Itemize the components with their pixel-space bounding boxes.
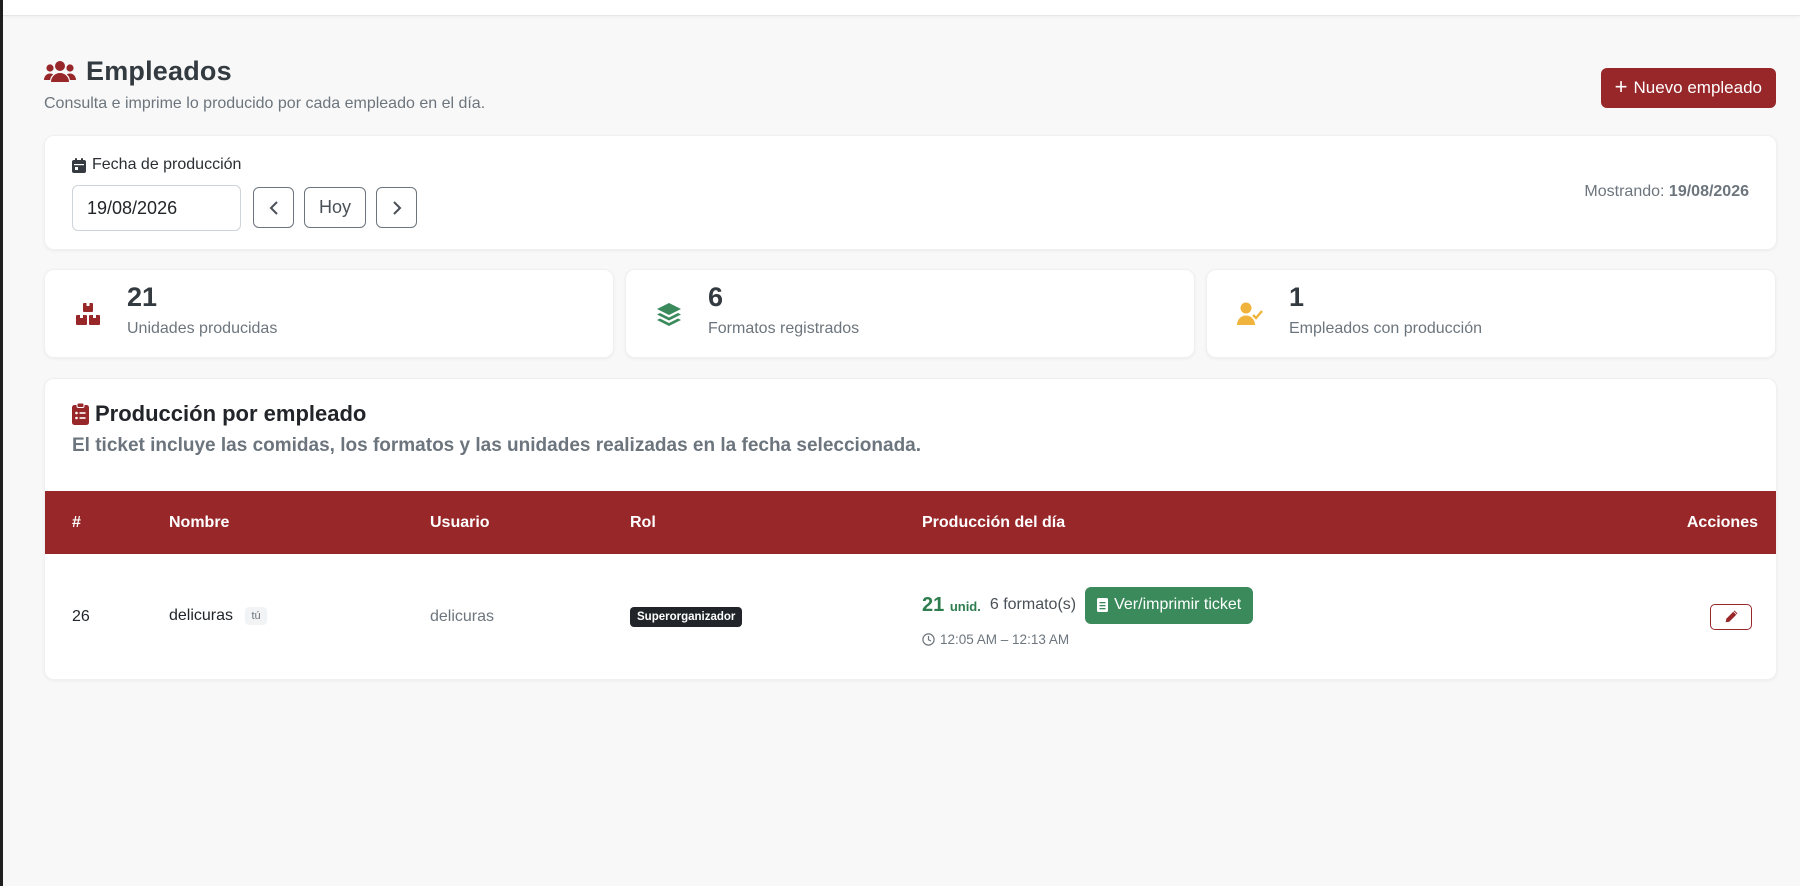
row-role-cell: Superorganizador <box>630 554 922 679</box>
role-badge: Superorganizador <box>630 606 743 627</box>
row-production-cell: 21 unid. 6 formato(s) Ver/imprimir ticke… <box>922 554 1595 679</box>
top-bar <box>3 0 1800 16</box>
window-edge <box>0 0 3 886</box>
calendar-icon <box>72 157 86 173</box>
showing-prefix: Mostrando: <box>1584 183 1665 200</box>
stat-label: Unidades producidas <box>127 320 278 337</box>
table-header-row: # Nombre Usuario Rol Producción del día … <box>45 491 1776 554</box>
formats-count: 6 formato(s) <box>989 596 1077 613</box>
stat-card-units: 21 Unidades producidas <box>44 269 614 358</box>
page-title: Empleados <box>86 56 232 86</box>
user-check-icon <box>1237 302 1263 325</box>
stat-label: Formatos registrados <box>708 320 860 337</box>
date-input[interactable] <box>72 185 241 231</box>
layers-icon <box>657 303 681 326</box>
column-production: Producción del día <box>922 513 1066 531</box>
today-button[interactable]: Hoy <box>304 187 366 228</box>
page-header: Empleados Consulta e imprime lo producid… <box>44 56 485 113</box>
row-name: delicuras <box>169 607 234 625</box>
row-id: 26 <box>72 607 90 625</box>
previous-day-button[interactable] <box>253 187 294 228</box>
column-actions: Acciones <box>1686 513 1758 531</box>
column-user: Usuario <box>430 513 490 531</box>
pencil-icon <box>1725 610 1737 623</box>
production-card: Producción por empleado El ticket incluy… <box>44 378 1777 680</box>
stat-value: 1 <box>1289 282 1305 312</box>
production-summary: 21 unid. 6 formato(s) Ver/imprimir ticke… <box>922 586 1595 624</box>
stat-value: 21 <box>127 282 158 312</box>
showing-value: 19/08/2026 <box>1668 183 1749 200</box>
file-text-icon <box>1097 598 1109 612</box>
row-name-cell: delicuras tú <box>169 554 430 679</box>
units-value: 21 <box>922 593 945 616</box>
stat-value: 6 <box>708 282 724 312</box>
view-print-ticket-button[interactable]: Ver/imprimir ticket <box>1085 586 1254 624</box>
stat-label: Empleados con producción <box>1289 320 1483 337</box>
current-user-badge: tú <box>245 607 267 626</box>
next-day-button[interactable] <box>376 187 417 228</box>
units-produced: 21 unid. <box>922 594 981 617</box>
production-subtitle: El ticket incluye las comidas, los forma… <box>72 435 922 456</box>
production-time: 12:05 AM – 12:13 AM <box>922 632 1595 647</box>
clock-icon <box>922 632 935 646</box>
clipboard-list-icon <box>72 403 89 425</box>
date-filter-card: Fecha de producción Hoy Mostrando: 19/08… <box>44 135 1777 250</box>
employees-table: # Nombre Usuario Rol Producción del día … <box>45 491 1776 679</box>
row-actions-cell <box>1595 554 1776 679</box>
column-role: Rol <box>630 513 656 531</box>
date-label-text: Fecha de producción <box>92 156 242 173</box>
table-row: 26 delicuras tú delicuras Superorganizad… <box>45 554 1776 679</box>
page-title-row: Empleados <box>44 56 485 87</box>
column-name: Nombre <box>169 513 230 531</box>
units-suffix: unid. <box>949 598 981 614</box>
production-title-row: Producción por empleado <box>72 401 366 427</box>
boxes-icon <box>76 303 100 325</box>
new-employee-button[interactable]: + Nuevo empleado <box>1600 68 1776 108</box>
plus-icon: + <box>1614 74 1628 99</box>
ticket-button-label: Ver/imprimir ticket <box>1114 596 1242 613</box>
showing-date: Mostrando: 19/08/2026 <box>1584 183 1749 201</box>
users-icon <box>44 60 76 82</box>
stat-card-formats: 6 Formatos registrados <box>625 269 1195 358</box>
page-subtitle: Consulta e imprime lo producido por cada… <box>44 95 486 112</box>
table-header: # Nombre Usuario Rol Producción del día … <box>45 491 1776 554</box>
column-number: # <box>72 513 81 531</box>
edit-employee-button[interactable] <box>1710 603 1752 630</box>
chevron-left-icon <box>269 200 278 215</box>
date-label: Fecha de producción <box>72 156 241 174</box>
production-title: Producción por empleado <box>95 401 367 426</box>
time-range: 12:05 AM – 12:13 AM <box>940 631 1070 647</box>
chevron-right-icon <box>392 200 401 215</box>
row-user: delicuras <box>430 607 495 625</box>
stat-card-employees: 1 Empleados con producción <box>1206 269 1776 358</box>
new-employee-label: Nuevo empleado <box>1633 78 1762 97</box>
